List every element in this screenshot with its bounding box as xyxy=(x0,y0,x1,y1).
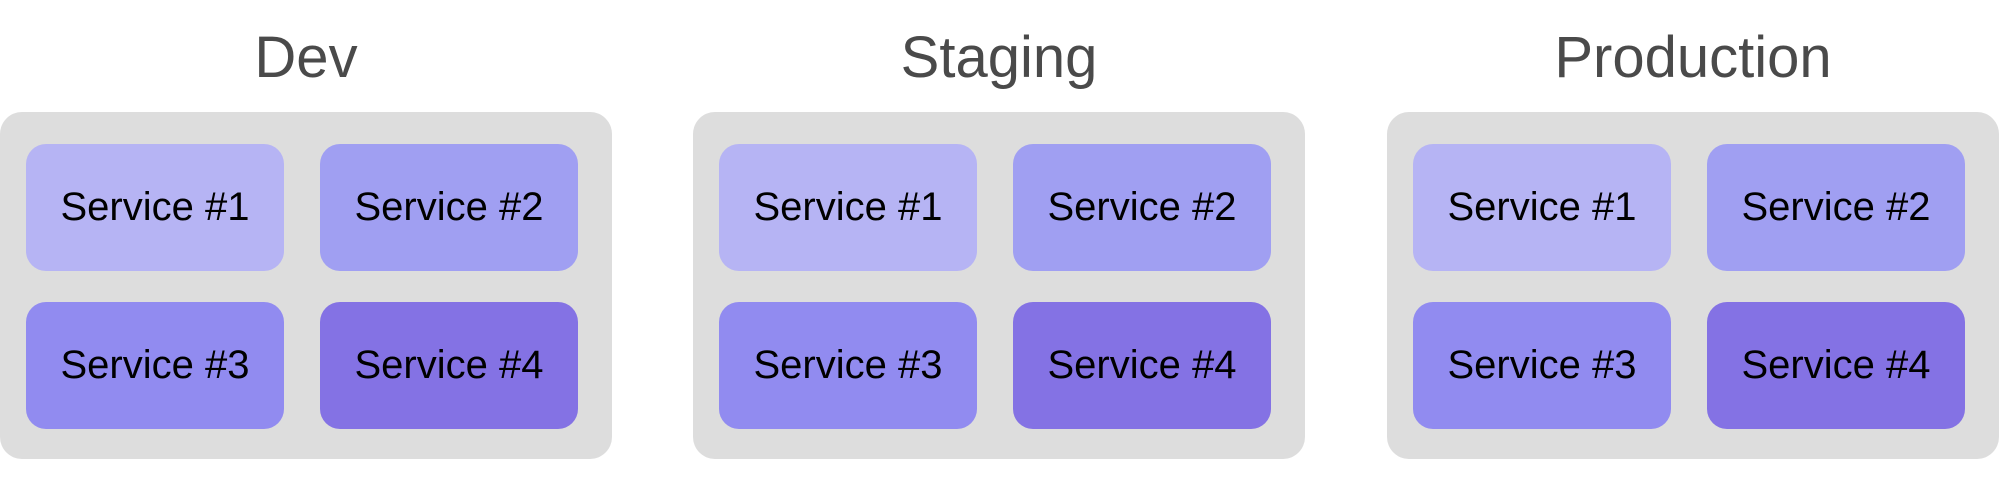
service-box-2: Service #2 xyxy=(1707,144,1965,271)
service-box-1: Service #1 xyxy=(26,144,284,271)
service-box-1: Service #1 xyxy=(719,144,977,271)
service-box-4: Service #4 xyxy=(1707,302,1965,429)
service-box-4: Service #4 xyxy=(1013,302,1271,429)
service-box-3: Service #3 xyxy=(719,302,977,429)
environment-container: Service #1 Service #2 Service #3 Service… xyxy=(1387,112,1999,459)
service-box-3: Service #3 xyxy=(26,302,284,429)
environment-title: Staging xyxy=(900,25,1098,90)
service-box-3: Service #3 xyxy=(1413,302,1671,429)
environment-container: Service #1 Service #2 Service #3 Service… xyxy=(0,112,612,459)
environment-title: Dev xyxy=(254,25,358,90)
service-box-2: Service #2 xyxy=(1013,144,1271,271)
service-box-2: Service #2 xyxy=(320,144,578,271)
service-box-4: Service #4 xyxy=(320,302,578,429)
environment-container: Service #1 Service #2 Service #3 Service… xyxy=(693,112,1305,459)
environment-production: Production Service #1 Service #2 Service… xyxy=(1387,0,1999,490)
environment-dev: Dev Service #1 Service #2 Service #3 Ser… xyxy=(0,0,612,490)
environment-title: Production xyxy=(1554,25,1832,90)
environment-staging: Staging Service #1 Service #2 Service #3… xyxy=(693,0,1305,490)
service-box-1: Service #1 xyxy=(1413,144,1671,271)
